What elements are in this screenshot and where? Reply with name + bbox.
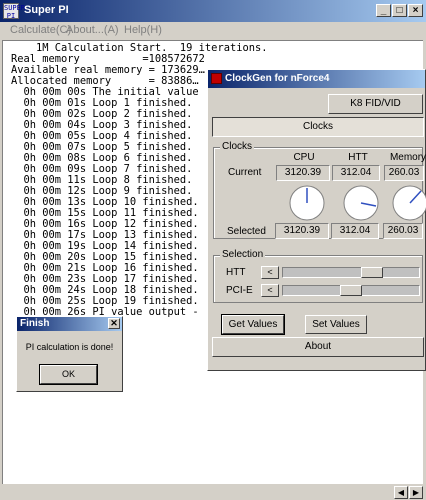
- superpi-menubar: Calculate(C) About...(A) Help(H): [0, 22, 426, 40]
- htt-slider[interactable]: [282, 267, 420, 278]
- k8-fidvid-button[interactable]: K8 FID/VID: [328, 94, 423, 114]
- close-button[interactable]: ×: [408, 4, 423, 17]
- superpi-app-icon[interactable]: SUPER PI: [3, 3, 25, 20]
- menu-calculate[interactable]: Calculate(C): [10, 24, 71, 36]
- superpi-titlebar[interactable]: SUPER PI Super PI _ □ ×: [0, 0, 426, 22]
- menu-about[interactable]: About...(A): [66, 24, 119, 36]
- col-htt-header: HTT: [348, 152, 368, 163]
- maximize-button[interactable]: □: [392, 4, 407, 17]
- clockgen-title: ClockGen for nForce4: [225, 73, 330, 84]
- finish-dialog: Finish ✕ PI calculation is done! OK: [16, 316, 123, 392]
- current-cpu-value: 3120.39: [276, 165, 330, 181]
- finish-close-button[interactable]: ✕: [108, 318, 120, 329]
- clockgen-titlebar[interactable]: ClockGen for nForce4: [208, 70, 425, 88]
- pcie-slider-thumb[interactable]: [340, 285, 362, 296]
- finish-message: PI calculation is done!: [25, 342, 114, 352]
- about-button[interactable]: About: [212, 337, 424, 357]
- cpu-gauge: [289, 185, 325, 221]
- superpi-title: Super PI: [24, 4, 69, 16]
- selected-htt-value: 312.04: [331, 223, 379, 239]
- selected-memory-value: 260.03: [383, 223, 423, 239]
- selected-cpu-value: 3120.39: [275, 223, 329, 239]
- row-selected-label: Selected: [227, 226, 266, 237]
- superpi-icon-text: SUPER PI: [4, 4, 26, 20]
- col-memory-header: Memory: [389, 152, 426, 163]
- current-htt-value: 312.04: [332, 165, 380, 181]
- close-icon: ✕: [110, 318, 118, 328]
- finish-titlebar[interactable]: Finish ✕: [17, 317, 122, 331]
- scroll-right-button[interactable]: ▶: [409, 486, 423, 499]
- scroll-left-button[interactable]: ◀: [394, 486, 408, 499]
- pcie-slider-label: PCI-E: [226, 285, 253, 296]
- ok-button[interactable]: OK: [40, 365, 97, 384]
- htt-decrease-button[interactable]: <: [261, 266, 279, 279]
- superpi-bottom-bar: [0, 484, 426, 500]
- htt-gauge: [343, 185, 379, 221]
- clocks-group-label: Clocks: [220, 141, 255, 152]
- clockgen-app-icon: [211, 73, 222, 84]
- menu-help[interactable]: Help(H): [124, 24, 162, 36]
- finish-title: Finish: [20, 318, 50, 329]
- set-values-button[interactable]: Set Values: [305, 315, 367, 334]
- htt-slider-label: HTT: [226, 267, 246, 278]
- selection-group-label: Selection: [220, 249, 266, 260]
- col-cpu-header: CPU: [293, 152, 315, 163]
- htt-slider-thumb[interactable]: [361, 267, 383, 278]
- pcie-decrease-button[interactable]: <: [261, 284, 279, 297]
- get-values-button[interactable]: Get Values: [222, 315, 284, 334]
- row-current-label: Current: [228, 167, 262, 178]
- current-memory-value: 260.03: [384, 165, 424, 181]
- memory-gauge: [392, 185, 426, 221]
- selection-group: Selection HTT < PCI-E <: [213, 249, 423, 303]
- clocks-button[interactable]: Clocks: [212, 117, 424, 137]
- minimize-button[interactable]: _: [376, 4, 391, 17]
- pcie-slider[interactable]: [282, 285, 420, 296]
- clockgen-window: ClockGen for nForce4 K8 FID/VID Clocks C…: [207, 69, 426, 371]
